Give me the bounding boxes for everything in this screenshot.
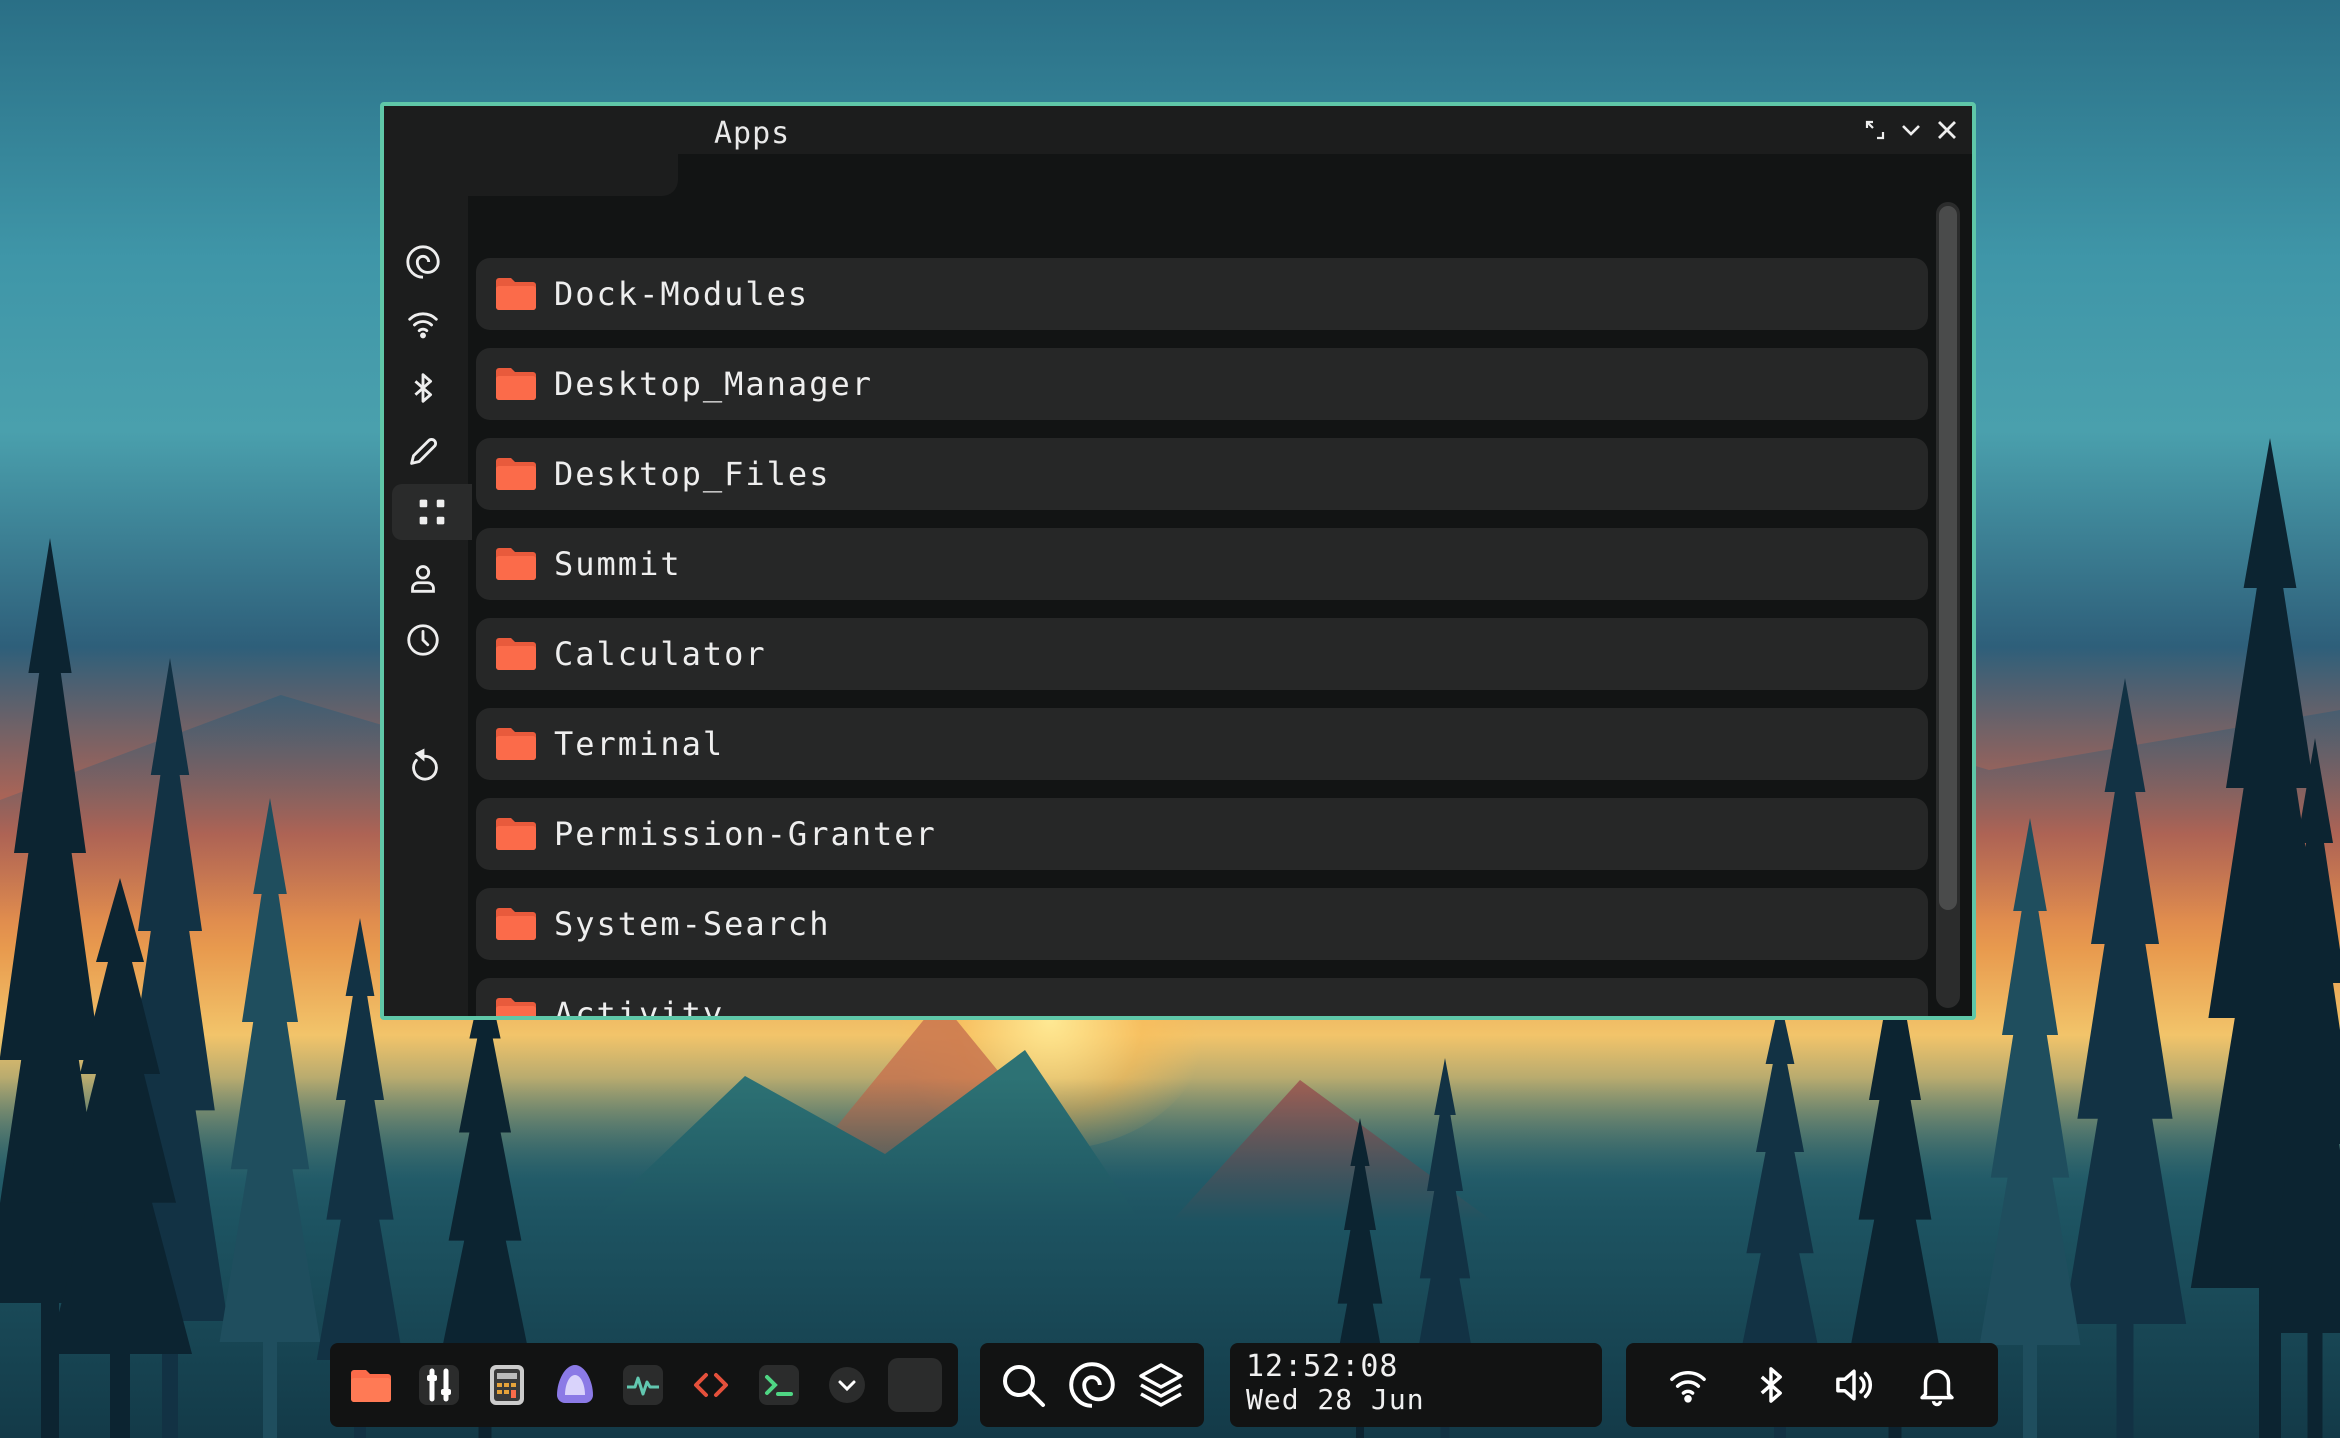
clock-time: 12:52:08 bbox=[1246, 1349, 1399, 1384]
window-title: Apps bbox=[714, 116, 791, 151]
list-item[interactable]: Desktop_Manager bbox=[476, 348, 1928, 420]
dock-code[interactable] bbox=[684, 1358, 738, 1412]
folder-icon bbox=[496, 728, 536, 760]
list-item[interactable]: Desktop_Files bbox=[476, 438, 1928, 510]
clock-icon bbox=[407, 624, 439, 656]
close-icon bbox=[1938, 121, 1956, 139]
list-item-label: System-Search bbox=[554, 905, 831, 943]
sidebar-item-reset[interactable] bbox=[392, 738, 454, 794]
list-item[interactable]: Permission-Granter bbox=[476, 798, 1928, 870]
list-item[interactable]: Calculator bbox=[476, 618, 1928, 690]
list-item[interactable]: System-Search bbox=[476, 888, 1928, 960]
list-item[interactable]: Dock-Modules bbox=[476, 258, 1928, 330]
code-icon bbox=[694, 1373, 728, 1397]
tray-bluetooth[interactable] bbox=[1743, 1357, 1799, 1413]
list-item[interactable]: Activity bbox=[476, 978, 1928, 1020]
scrollbar[interactable] bbox=[1936, 202, 1960, 1008]
folder-icon bbox=[496, 818, 536, 850]
overview-button[interactable] bbox=[1063, 1356, 1121, 1414]
folder-icon bbox=[496, 638, 536, 670]
folder-icon bbox=[496, 368, 536, 400]
window-titlebar[interactable]: Apps bbox=[384, 106, 1972, 156]
user-icon bbox=[411, 565, 435, 593]
pencil-icon bbox=[410, 438, 437, 465]
resize-button[interactable] bbox=[1862, 116, 1888, 144]
list-item-label: Dock-Modules bbox=[554, 275, 810, 313]
dock-folder[interactable] bbox=[344, 1358, 398, 1412]
apps-grid-icon bbox=[419, 499, 445, 525]
search-icon bbox=[1002, 1365, 1045, 1407]
folder-icon bbox=[496, 998, 536, 1016]
spiral-icon bbox=[1069, 1362, 1115, 1408]
dock-summit[interactable] bbox=[548, 1358, 602, 1412]
bell-icon bbox=[1919, 1369, 1954, 1407]
dock-settings[interactable] bbox=[412, 1358, 466, 1412]
dock-more[interactable] bbox=[820, 1358, 874, 1412]
sidebar-item-user[interactable] bbox=[392, 550, 454, 606]
folder-icon bbox=[496, 278, 536, 310]
summit-icon bbox=[557, 1365, 593, 1403]
system-tray bbox=[1626, 1343, 1998, 1427]
list-item-label: Desktop_Manager bbox=[554, 365, 873, 403]
spiral-icon bbox=[406, 245, 440, 279]
dock bbox=[330, 1343, 958, 1427]
list-item-label: Desktop_Files bbox=[554, 455, 831, 493]
wifi-icon bbox=[1669, 1371, 1706, 1403]
folder-icon bbox=[351, 1370, 391, 1402]
sliders-icon bbox=[419, 1365, 459, 1405]
chevron-down-icon bbox=[829, 1367, 865, 1403]
folder-icon bbox=[496, 548, 536, 580]
folder-icon bbox=[496, 908, 536, 940]
clock-widget[interactable]: 12:52:08 Wed 28 Jun bbox=[1230, 1343, 1602, 1427]
quick-actions bbox=[980, 1343, 1204, 1427]
list-item[interactable]: Summit bbox=[476, 528, 1928, 600]
list-item-label: Summit bbox=[554, 545, 682, 583]
sidebar-item-apps[interactable] bbox=[392, 484, 472, 540]
scrollbar-thumb[interactable] bbox=[1939, 206, 1957, 910]
restart-icon bbox=[412, 748, 438, 781]
wifi-icon bbox=[408, 312, 438, 339]
list-item-label: Activity bbox=[554, 995, 725, 1020]
volume-icon bbox=[1835, 1369, 1872, 1401]
dock-terminal[interactable] bbox=[752, 1358, 806, 1412]
dock-empty-slot[interactable] bbox=[888, 1358, 942, 1412]
minimize-button[interactable] bbox=[1898, 116, 1924, 144]
close-button[interactable] bbox=[1934, 116, 1960, 144]
terminal-icon bbox=[759, 1365, 799, 1405]
folder-icon bbox=[496, 458, 536, 490]
sidebar-item-time[interactable] bbox=[392, 612, 454, 668]
search-button[interactable] bbox=[994, 1356, 1052, 1414]
tab-notch bbox=[468, 154, 678, 196]
tray-notifications[interactable] bbox=[1909, 1357, 1965, 1413]
bluetooth-icon bbox=[414, 373, 433, 403]
dock-activity[interactable] bbox=[616, 1358, 670, 1412]
list-item-label: Calculator bbox=[554, 635, 767, 673]
apps-window: Apps Dock-Modules Desktop_Manager Deskto… bbox=[380, 102, 1976, 1020]
calculator-icon bbox=[490, 1365, 524, 1405]
bluetooth-icon bbox=[1760, 1367, 1782, 1403]
settings-sidebar bbox=[384, 154, 472, 1016]
workspaces-button[interactable] bbox=[1132, 1356, 1190, 1414]
sidebar-item-bluetooth[interactable] bbox=[392, 360, 454, 416]
resize-icon bbox=[1865, 120, 1885, 140]
list-item-label: Terminal bbox=[554, 725, 725, 763]
sidebar-item-overview[interactable] bbox=[392, 234, 454, 290]
list-item[interactable]: Terminal bbox=[476, 708, 1928, 780]
chevron-down-icon bbox=[1902, 125, 1920, 136]
layers-icon bbox=[1139, 1363, 1184, 1407]
tray-volume[interactable] bbox=[1826, 1357, 1882, 1413]
dock-calculator[interactable] bbox=[480, 1358, 534, 1412]
sidebar-item-customize[interactable] bbox=[392, 424, 454, 480]
list-item-label: Permission-Granter bbox=[554, 815, 937, 853]
sidebar-item-wifi[interactable] bbox=[392, 296, 454, 352]
tray-wifi[interactable] bbox=[1660, 1357, 1716, 1413]
clock-date: Wed 28 Jun bbox=[1246, 1383, 1425, 1416]
activity-icon bbox=[623, 1365, 663, 1405]
